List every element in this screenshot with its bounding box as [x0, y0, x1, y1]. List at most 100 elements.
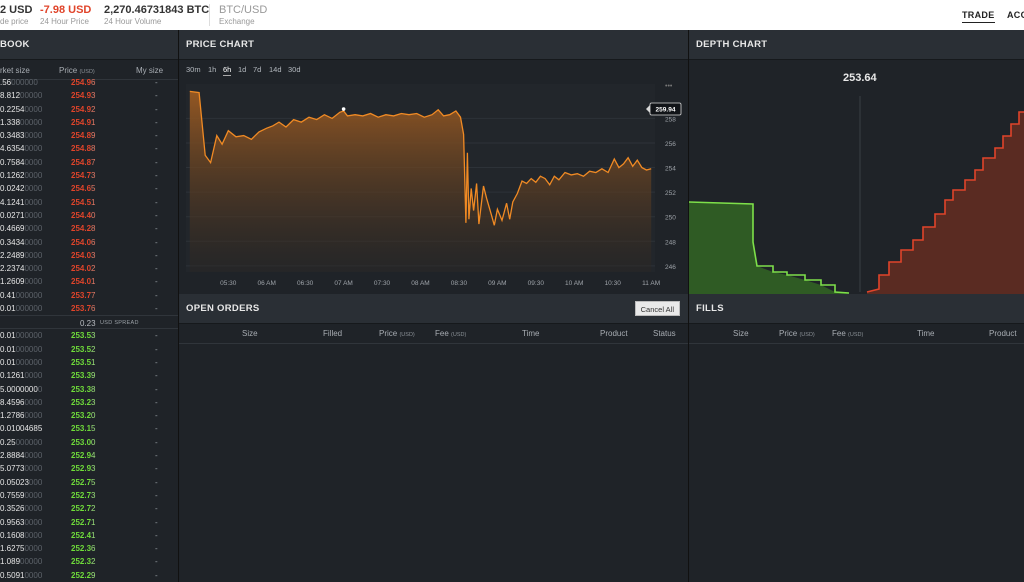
- fills-col-price-label: Price: [779, 329, 798, 338]
- order-size: 5.00000000: [0, 384, 43, 394]
- fills-col-price: Price (USD): [779, 329, 815, 338]
- ask-row[interactable]: 4.12410000 254.51 -: [0, 196, 178, 209]
- order-price: 252.36: [71, 544, 96, 554]
- exchange-selector[interactable]: BTC/USD Exchange: [219, 4, 267, 26]
- order-price-decimal: 3: [91, 464, 96, 474]
- ask-row[interactable]: 4.63540000 254.88 -: [0, 142, 178, 155]
- order-size: 0.34340000: [0, 237, 43, 247]
- order-size: 0.02710000: [0, 210, 43, 220]
- order-my-size: -: [155, 530, 158, 540]
- bid-row[interactable]: 0.05023000 252.75 -: [0, 476, 178, 489]
- bid-row[interactable]: 0.12610000 253.39 -: [0, 369, 178, 382]
- order-my-size: -: [155, 184, 158, 194]
- order-price: 252.75: [71, 477, 96, 487]
- ask-row[interactable]: .56000000 254.96 -: [0, 76, 178, 89]
- bid-row[interactable]: 0.01000000 253.53 -: [0, 329, 178, 342]
- bid-row[interactable]: 0.50910000 252.29 -: [0, 569, 178, 582]
- order-size: 0.01000000: [0, 357, 43, 367]
- bid-row[interactable]: 5.07730000 252.93 -: [0, 462, 178, 475]
- bid-row[interactable]: 8.45960000 253.23 -: [0, 396, 178, 409]
- x-tick-label: 10:30: [605, 280, 622, 287]
- depth-chart[interactable]: [689, 90, 1024, 294]
- oo-col-fee-label: Fee: [435, 329, 449, 338]
- ask-row[interactable]: 0.22540000 254.92 -: [0, 103, 178, 116]
- timeframe-6h[interactable]: 6h: [223, 65, 232, 76]
- order-size: 0.01000000: [0, 331, 43, 341]
- order-size: 0.75590000: [0, 490, 43, 500]
- nav-trade[interactable]: TRADE: [962, 10, 995, 23]
- ask-row[interactable]: 2.23740000 254.02 -: [0, 262, 178, 275]
- bid-row[interactable]: 0.75590000 252.73 -: [0, 489, 178, 502]
- bid-row[interactable]: 0.01000000 253.52 -: [0, 343, 178, 356]
- order-price: 253.51: [71, 357, 96, 367]
- cancel-all-button[interactable]: Cancel All: [634, 301, 680, 316]
- order-my-size: -: [155, 397, 158, 407]
- order-size-zeros: 0000: [24, 570, 43, 580]
- ask-row[interactable]: 2.24890000 254.03 -: [0, 249, 178, 262]
- order-book-title: BOOK: [0, 30, 178, 60]
- order-size-zeros: 000000: [15, 304, 43, 314]
- spread-label: USD SPREAD: [100, 320, 139, 327]
- timeframe-1h[interactable]: 1h: [208, 65, 216, 74]
- bid-row[interactable]: 5.00000000 253.38 -: [0, 383, 178, 396]
- order-price: 254.88: [71, 144, 96, 154]
- bid-row[interactable]: 1.08900000 252.32 -: [0, 555, 178, 568]
- order-size: 2.24890000: [0, 250, 43, 260]
- timeframe-30d[interactable]: 30d: [288, 65, 301, 74]
- axis-more-icon: •••: [665, 83, 673, 90]
- ask-row[interactable]: 0.41000000 253.77 -: [0, 289, 178, 302]
- timeframe-14d[interactable]: 14d: [269, 65, 282, 74]
- bid-row[interactable]: 1.62750000 252.36 -: [0, 542, 178, 555]
- timeframe-30m[interactable]: 30m: [186, 65, 201, 74]
- price-chart[interactable]: 258 256 254 252 250 248 246 05:30 06 AM 06:30 07 A…: [179, 76, 689, 292]
- bid-row[interactable]: 1.27860000 253.20 -: [0, 409, 178, 422]
- order-size: 0.34830000: [0, 131, 43, 141]
- ask-row[interactable]: 0.02420000 254.65 -: [0, 182, 178, 195]
- depth-chart-title: DEPTH CHART: [689, 30, 1024, 60]
- bid-row[interactable]: 0.01000000 253.51 -: [0, 356, 178, 369]
- timeframe-7d[interactable]: 7d: [253, 65, 261, 74]
- x-tick-label: 08 AM: [411, 280, 429, 287]
- order-my-size: -: [155, 437, 158, 447]
- order-size: 0.02420000: [0, 184, 43, 194]
- order-my-size: -: [155, 344, 158, 354]
- top-bar: 2 USD de price -7.98 USD 24 Hour Price 2…: [0, 0, 1024, 30]
- bid-row[interactable]: 0.01004685 253.15 -: [0, 422, 178, 435]
- order-my-size: -: [155, 144, 158, 154]
- ask-row[interactable]: 0.01000000 253.76 -: [0, 302, 178, 315]
- bid-row[interactable]: 0.16080000 252.41 -: [0, 529, 178, 542]
- order-price: 252.29: [71, 570, 96, 580]
- timeframe-1d[interactable]: 1d: [238, 65, 246, 74]
- bid-row[interactable]: 0.25000000 253.00 -: [0, 436, 178, 449]
- bid-row[interactable]: 0.95630000 252.71 -: [0, 516, 178, 529]
- x-tick-label: 11 AM: [642, 280, 660, 287]
- ask-row[interactable]: 0.75840000 254.87 -: [0, 156, 178, 169]
- order-size-zeros: 000000: [15, 357, 43, 367]
- order-size-zeros: 0000: [24, 144, 43, 154]
- ask-row[interactable]: 1.33800000 254.91 -: [0, 116, 178, 129]
- depth-chart-panel: DEPTH CHART 253.64: [689, 30, 1024, 294]
- ask-row[interactable]: 1.26090000 254.01 -: [0, 275, 178, 288]
- price-chart-title: PRICE CHART: [179, 30, 688, 60]
- volume-label: 24 Hour Volume: [104, 17, 162, 26]
- bid-row[interactable]: 2.88840000 252.94 -: [0, 449, 178, 462]
- bid-row[interactable]: 0.35260000 252.72 -: [0, 502, 178, 515]
- ask-row[interactable]: 0.34830000 254.89 -: [0, 129, 178, 142]
- open-orders-head: OPEN ORDERS Cancel All: [179, 294, 688, 324]
- nav-account[interactable]: ACC: [1007, 10, 1024, 20]
- order-size: 0.46690000: [0, 224, 43, 234]
- ask-row[interactable]: 8.81200000 254.93 -: [0, 89, 178, 102]
- ask-row[interactable]: 0.02710000 254.40 -: [0, 209, 178, 222]
- asks-list: .56000000 254.96-8.81200000 254.93-0.22540…: [0, 76, 178, 315]
- fills-col-time: Time: [917, 329, 935, 338]
- ask-row[interactable]: 0.46690000 254.28 -: [0, 222, 178, 235]
- x-tick-label: 07:30: [374, 280, 391, 287]
- order-size-zeros: 0000: [24, 131, 43, 141]
- last-price-stat: 2 USD de price: [0, 4, 32, 26]
- order-size-zeros: 000000: [15, 331, 43, 341]
- oo-col-size: Size: [242, 329, 258, 338]
- col-price-unit: (USD): [79, 69, 95, 75]
- ask-row[interactable]: 0.12620000 254.73 -: [0, 169, 178, 182]
- ask-row[interactable]: 0.34340000 254.06 -: [0, 236, 178, 249]
- order-price: 254.91: [71, 117, 96, 127]
